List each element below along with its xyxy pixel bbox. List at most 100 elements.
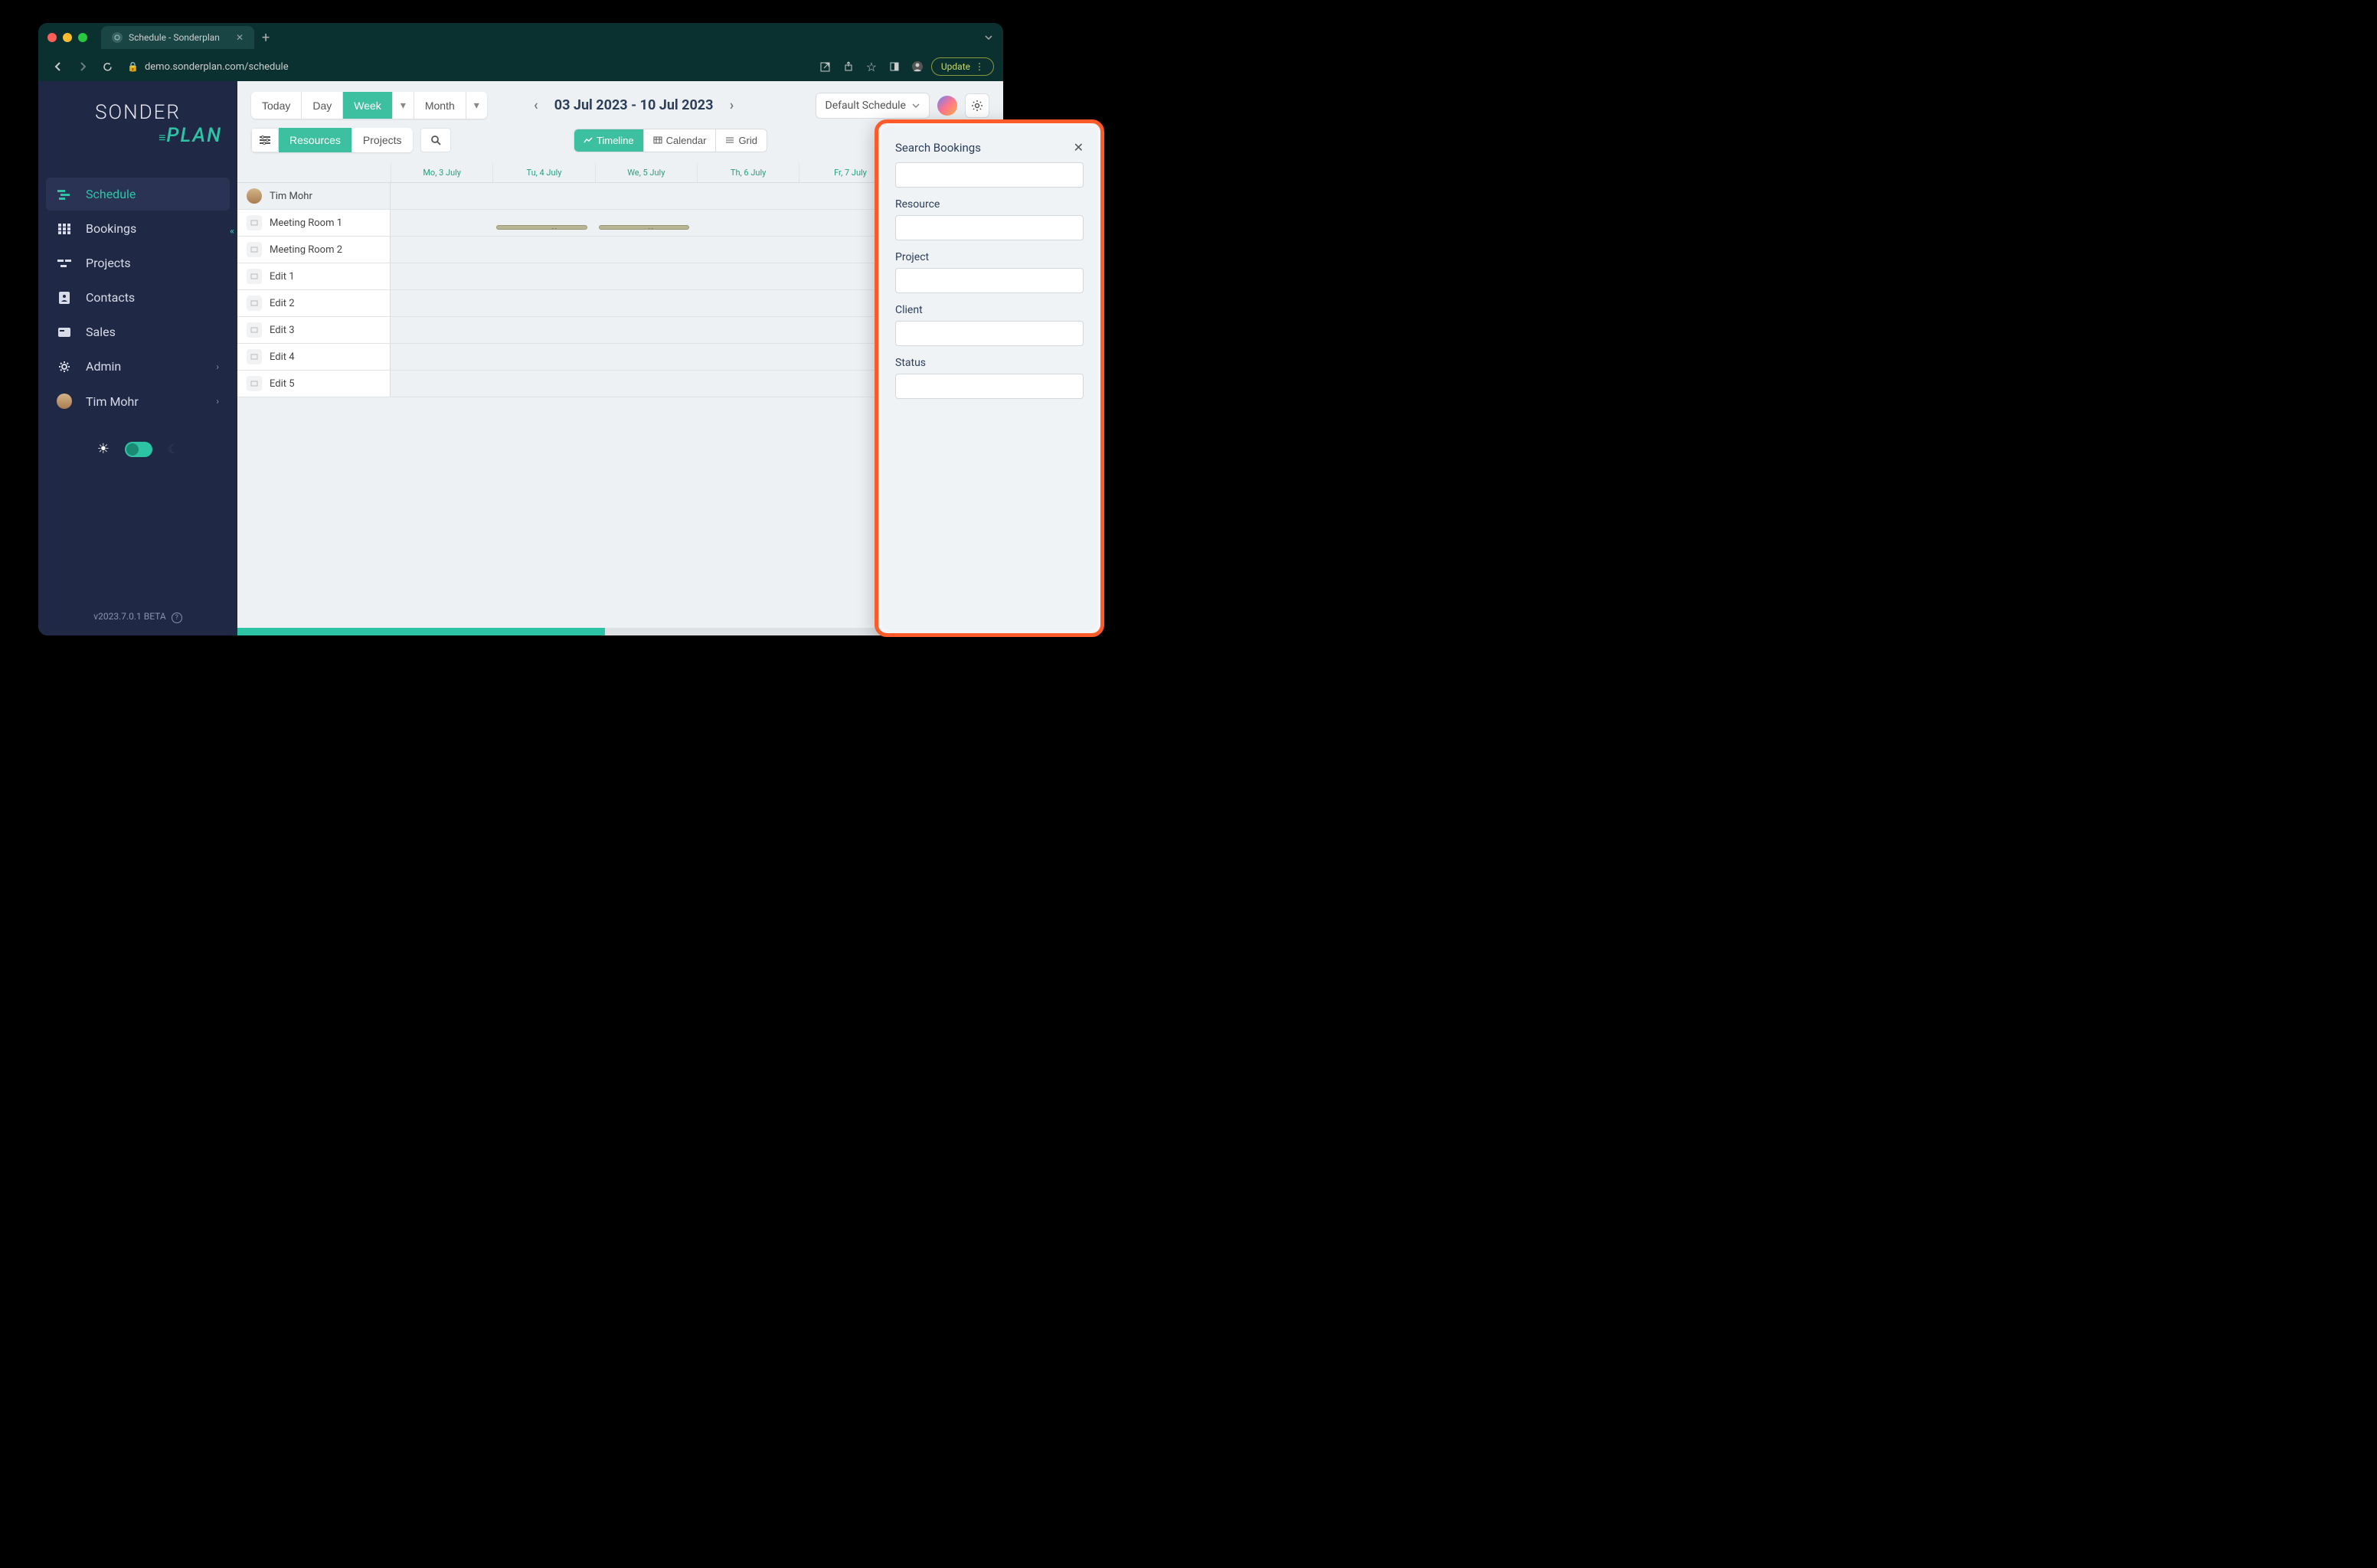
status-label: Status (895, 357, 1084, 369)
week-dropdown-caret[interactable]: ▾ (393, 92, 414, 119)
date-navigator: ‹ 03 Jul 2023 - 10 Jul 2023 › (527, 96, 741, 115)
search-bookings-input[interactable] (895, 162, 1084, 188)
range-button-group: Today Day Week ▾ Month ▾ (251, 92, 487, 119)
app-container: SONDER ≡PLAN « Schedule Bookings Project… (38, 81, 1003, 635)
url-text: demo.sonderplan.com/schedule (145, 61, 289, 73)
timeline-view-button[interactable]: Timeline (574, 129, 644, 152)
maximize-window-button[interactable] (78, 33, 87, 42)
month-button[interactable]: Month (414, 92, 466, 119)
day-button[interactable]: Day (302, 92, 343, 119)
resource-cell[interactable]: Edit 5 (237, 371, 391, 397)
resource-cell[interactable]: Meeting Room 1 (237, 210, 391, 236)
settings-button[interactable] (965, 93, 989, 118)
resource-column-header (237, 163, 391, 182)
sidebar-item-projects[interactable]: Projects (46, 247, 230, 279)
browser-tab[interactable]: Schedule - Sonderplan ✕ (101, 26, 254, 49)
calendar-view-button[interactable]: Calendar (644, 129, 717, 152)
logo-part2: PLAN (166, 124, 222, 147)
version-text: v2023.7.0.1 BETA (93, 611, 165, 622)
resource-cell[interactable]: Meeting Room 2 (237, 237, 391, 263)
today-button[interactable]: Today (251, 92, 302, 119)
minimize-window-button[interactable] (63, 33, 72, 42)
theme-switch[interactable] (125, 442, 152, 457)
projects-tab[interactable]: Projects (352, 128, 413, 152)
external-link-icon[interactable] (816, 61, 835, 73)
grid-view-button[interactable]: Grid (716, 129, 767, 152)
grid-view-label: Grid (738, 135, 757, 146)
day-header: Th, 6 July (697, 163, 799, 182)
moon-icon[interactable]: ☾ (168, 442, 178, 456)
resource-cell[interactable]: Edit 4 (237, 344, 391, 370)
resource-cell[interactable]: Edit 3 (237, 317, 391, 343)
scrollbar-thumb[interactable] (237, 628, 605, 635)
search-panel-header: Search Bookings ✕ (895, 140, 1084, 155)
booking-item[interactable]: Teaching Staff (496, 225, 587, 230)
color-picker-button[interactable] (937, 96, 957, 116)
resource-icon (247, 376, 262, 391)
bookings-icon (57, 224, 72, 234)
sidebar-item-user[interactable]: Tim Mohr › (46, 384, 230, 418)
sidebar-item-label: Sales (86, 325, 116, 339)
close-window-button[interactable] (47, 33, 57, 42)
update-label: Update (941, 61, 970, 72)
resource-name: Edit 3 (270, 325, 295, 336)
resource-input[interactable] (895, 215, 1084, 240)
profile-icon[interactable] (908, 60, 927, 73)
tab-overflow-icon[interactable] (983, 32, 994, 43)
update-button[interactable]: Update ⋮ (931, 57, 994, 76)
theme-toggle: ☀ ☾ (38, 441, 237, 457)
resource-cell[interactable]: Edit 1 (237, 263, 391, 289)
traffic-lights (47, 33, 87, 42)
week-button[interactable]: Week (343, 92, 393, 119)
forward-button[interactable] (72, 56, 93, 77)
sidebar-item-sales[interactable]: Sales (46, 315, 230, 348)
month-dropdown-caret[interactable]: ▾ (466, 92, 487, 119)
admin-icon (57, 361, 72, 373)
back-button[interactable] (47, 56, 69, 77)
sidebar-item-label: Bookings (86, 221, 136, 236)
timeline-view-label: Timeline (597, 135, 634, 146)
help-icon[interactable]: ? (172, 612, 182, 623)
resource-label: Resource (895, 198, 1084, 211)
resources-tab[interactable]: Resources (279, 128, 352, 152)
prev-date-button[interactable]: ‹ (527, 96, 545, 115)
sun-icon[interactable]: ☀ (97, 441, 110, 457)
calendar-view-label: Calendar (666, 135, 707, 146)
schedule-icon (57, 189, 72, 200)
status-input[interactable] (895, 374, 1084, 399)
sidebar-item-schedule[interactable]: Schedule (46, 178, 230, 211)
booking-item[interactable]: General Staff (599, 225, 689, 230)
resource-name: Edit 4 (270, 351, 295, 363)
client-input[interactable] (895, 321, 1084, 346)
next-date-button[interactable]: › (722, 96, 741, 115)
search-button[interactable] (420, 128, 451, 152)
resource-cell[interactable]: Edit 2 (237, 290, 391, 316)
tab-close-icon[interactable]: ✕ (236, 32, 244, 43)
tab-favicon (112, 32, 123, 43)
extensions-icon[interactable] (885, 61, 904, 72)
chevron-down-icon (912, 103, 920, 108)
star-icon[interactable]: ☆ (862, 60, 881, 74)
browser-window: Schedule - Sonderplan ✕ + 🔒 demo.sonderp… (38, 23, 1003, 635)
project-input[interactable] (895, 268, 1084, 293)
sidebar-item-contacts[interactable]: Contacts (46, 281, 230, 314)
close-icon[interactable]: ✕ (1074, 140, 1084, 155)
schedule-select[interactable]: Default Schedule (816, 93, 930, 119)
sidebar-item-admin[interactable]: Admin › (46, 350, 230, 383)
resource-icon (247, 215, 262, 230)
resource-icon (247, 349, 262, 364)
lock-icon: 🔒 (127, 61, 139, 72)
sidebar-item-label: Projects (86, 256, 131, 270)
project-label: Project (895, 251, 1084, 263)
resource-name: Meeting Room 1 (270, 217, 342, 229)
new-tab-button[interactable]: + (262, 30, 270, 46)
share-icon[interactable] (839, 61, 858, 72)
address-bar[interactable]: 🔒 demo.sonderplan.com/schedule (127, 61, 807, 73)
reload-button[interactable] (96, 56, 118, 77)
resource-name: Edit 2 (270, 298, 295, 309)
browser-titlebar: Schedule - Sonderplan ✕ + (38, 23, 1003, 52)
resource-icon (247, 296, 262, 311)
resource-cell[interactable]: Tim Mohr (237, 183, 391, 209)
sidebar-item-bookings[interactable]: Bookings (46, 212, 230, 245)
filter-icon-button[interactable] (251, 128, 279, 152)
